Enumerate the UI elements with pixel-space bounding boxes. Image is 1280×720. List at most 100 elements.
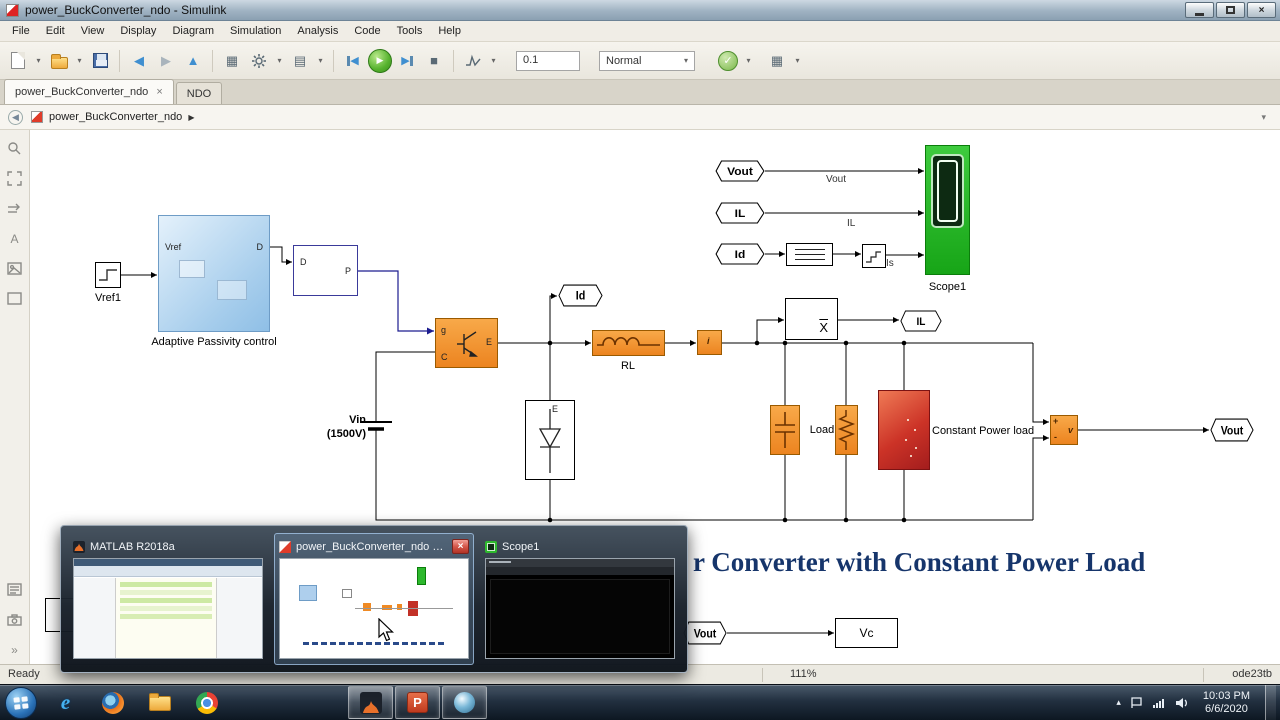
legend-button[interactable] [6,581,23,598]
preview-window-matlab[interactable]: MATLAB R2018a [68,533,268,665]
goto-tag-il[interactable]: IL [900,310,942,332]
tab-ndo[interactable]: NDO [175,82,223,104]
zoom-button[interactable] [6,140,23,157]
start-button[interactable] [5,686,37,719]
close-preview-button[interactable]: × [452,539,469,554]
solver-name[interactable]: ode23tb [1232,668,1272,680]
open-button[interactable] [47,49,71,73]
adaptive-passivity-subsystem[interactable]: Vref D [158,215,270,332]
viewer-button[interactable] [6,611,23,628]
dropdown-caret[interactable]: ▾ [74,49,85,73]
tab-close-icon[interactable]: × [156,86,162,98]
step-block-vref1[interactable] [95,262,121,288]
controller-subsystem[interactable]: D P [293,245,358,296]
menu-item-diagram[interactable]: Diagram [164,22,222,40]
menu-item-help[interactable]: Help [430,22,469,40]
taskbar-item-chrome[interactable] [184,686,229,719]
preview-thumbnail-scope[interactable] [485,558,675,659]
dropdown-caret[interactable]: ▾ [274,49,285,73]
from-tag-il[interactable]: IL [715,202,765,224]
preview-thumbnail-simulink[interactable] [279,558,469,659]
build-button[interactable]: ▦ [765,49,789,73]
update-diagram-button[interactable]: ✓ [716,49,740,73]
menu-item-tools[interactable]: Tools [389,22,431,40]
menu-item-view[interactable]: View [73,22,113,40]
settings-gear-button[interactable] [247,49,271,73]
preview-window-simulink[interactable]: power_BuckConverter_ndo - ... × [274,533,474,665]
hidden-icons-button[interactable]: ▴ [1116,697,1121,708]
step-forward-button[interactable]: ▶ [395,49,419,73]
taskbar-item-powerpoint[interactable]: P [395,686,440,719]
titlebar: power_BuckConverter_ndo - Simulink × [0,0,1280,21]
diode-block[interactable]: E [525,400,575,480]
dropdown-caret[interactable]: ▾ [488,49,499,73]
up-button[interactable]: ▲ [181,49,205,73]
preview-window-scope[interactable]: Scope1 [480,533,680,665]
tab-power-buckconverter[interactable]: power_BuckConverter_ndo × [4,79,174,104]
back-button[interactable]: ◀ [127,49,151,73]
igbt-block[interactable]: g C E [435,318,498,368]
fit-view-button[interactable] [6,170,23,187]
goto-tag-id[interactable]: Id [558,284,603,307]
from-tag-vout-bottom[interactable]: Vout [683,621,727,645]
taskbar-item-matlab[interactable] [348,686,393,719]
display-block[interactable] [786,243,833,266]
menu-item-code[interactable]: Code [346,22,388,40]
menu-item-file[interactable]: File [4,22,38,40]
image-button[interactable] [6,260,23,277]
dropdown-caret[interactable]: ▾ [743,49,754,73]
dropdown-caret[interactable]: ▾ [33,49,44,73]
save-button[interactable] [88,49,112,73]
vc-block[interactable]: Vc [835,618,898,648]
goto-tag-vout[interactable]: Vout [1210,418,1254,442]
hide-browser-button[interactable]: ◀ [8,109,23,125]
annotation-button[interactable]: A [6,230,23,247]
dropdown-caret[interactable]: ▾ [315,49,326,73]
sim-mode-select[interactable]: Normal ▾ [599,50,695,71]
preview-thumbnail-matlab[interactable] [73,558,263,659]
stop-time-input[interactable]: 0.1 [516,50,580,71]
voltage-sensor-block[interactable]: + v - [1050,415,1078,445]
menu-item-display[interactable]: Display [112,22,164,40]
dropdown-caret[interactable]: ▾ [792,49,803,73]
step-back-button[interactable]: ◀ [341,49,365,73]
run-button[interactable]: ▶ [368,48,392,73]
expand-button[interactable]: » [6,641,23,658]
resistor-block[interactable] [835,405,858,455]
maximize-button[interactable] [1216,2,1245,18]
network-icon[interactable] [1152,697,1166,709]
stop-button[interactable]: ■ [422,49,446,73]
model-explorer-button[interactable]: ▤ [288,49,312,73]
area-button[interactable] [6,290,23,307]
taskbar-item-capture[interactable] [442,686,487,719]
new-model-button[interactable] [6,49,30,73]
menu-item-analysis[interactable]: Analysis [289,22,346,40]
from-tag-id[interactable]: Id [715,243,765,265]
rl-block[interactable] [592,330,665,356]
library-browser-button[interactable]: ▦ [220,49,244,73]
taskbar-item-ie[interactable]: e [43,686,88,719]
quantizer-block[interactable] [862,244,886,268]
current-sensor-block[interactable]: i [697,330,722,355]
volume-icon[interactable] [1175,697,1188,709]
constant-power-load-block[interactable] [878,390,930,470]
signal-monitor-button[interactable] [461,49,485,73]
direction-button[interactable] [6,200,23,217]
minimize-button[interactable] [1185,2,1214,18]
menu-item-edit[interactable]: Edit [38,22,73,40]
show-desktop-button[interactable] [1265,684,1276,720]
menu-item-simulation[interactable]: Simulation [222,22,289,40]
action-center-icon[interactable] [1130,696,1143,709]
scope-block[interactable] [925,145,970,275]
breadcrumb[interactable]: power_BuckConverter_ndo [49,111,182,123]
taskbar-item-explorer[interactable] [137,686,182,719]
capacitor-block[interactable] [770,405,800,455]
zoom-level: 111% [790,668,817,680]
mean-block[interactable]: X [785,298,838,340]
forward-button[interactable]: ▶ [154,49,178,73]
crumb-options-caret[interactable]: ▾ [1261,112,1266,123]
close-button[interactable]: × [1247,2,1276,18]
from-tag-vout[interactable]: Vout [715,160,765,182]
tray-clock[interactable]: 10:03 PM 6/6/2020 [1197,690,1256,716]
taskbar-item-firefox[interactable] [90,686,135,719]
